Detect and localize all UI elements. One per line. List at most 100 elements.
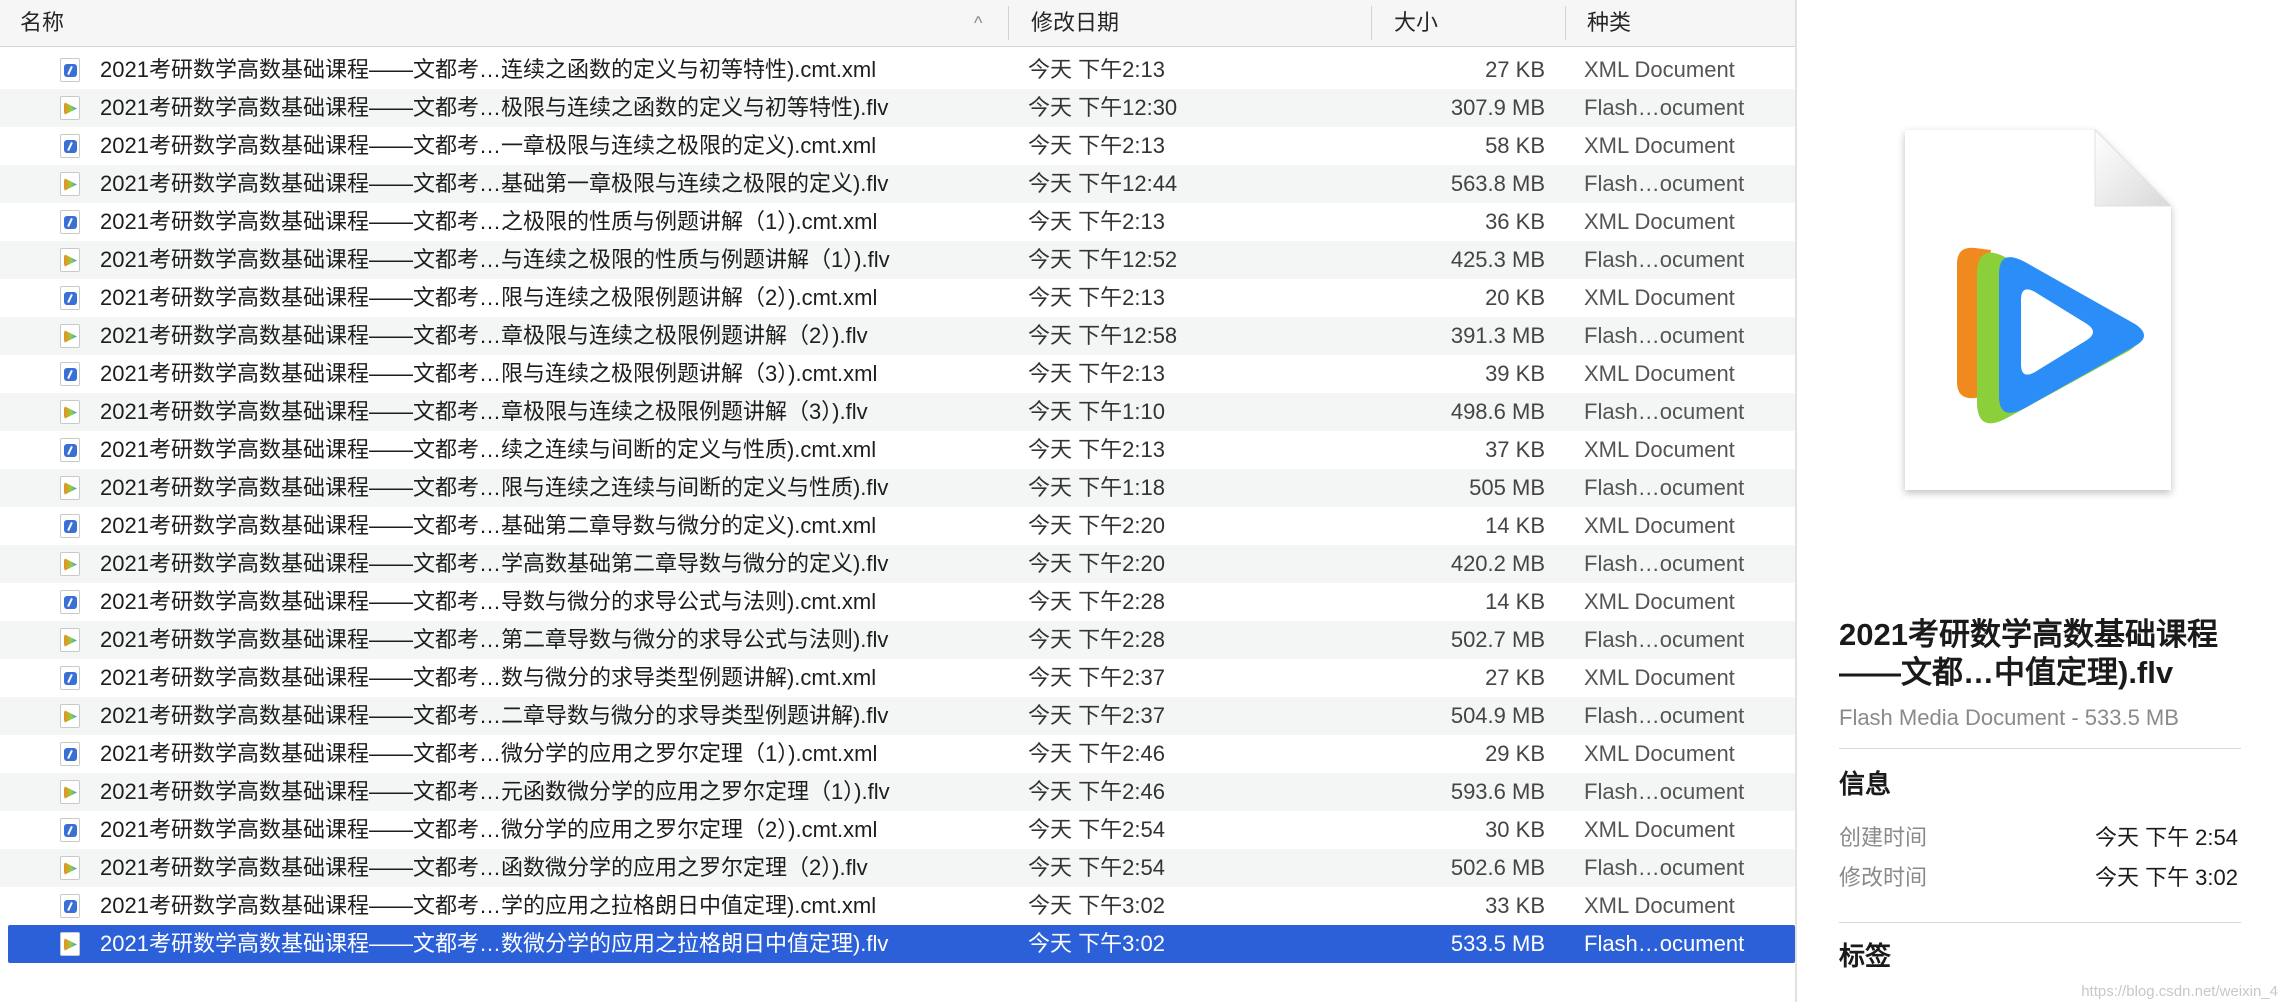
flv-file-icon [60, 400, 84, 424]
file-name: 2021考研数学高数基础课程——文都考…与连续之极限的性质与例题讲解（1）).f… [100, 247, 890, 272]
flv-file-icon [60, 856, 84, 880]
file-row[interactable]: 2021考研数学高数基础课程——文都考…微分学的应用之罗尔定理（1）).cmt.… [0, 735, 1795, 773]
file-name: 2021考研数学高数基础课程——文都考…函数微分学的应用之罗尔定理（2）).fl… [100, 855, 868, 880]
file-name: 2021考研数学高数基础课程——文都考…续之连续与间断的定义与性质).cmt.x… [100, 437, 877, 462]
file-name: 2021考研数学高数基础课程——文都考…微分学的应用之罗尔定理（2）).cmt.… [100, 817, 878, 842]
file-name: 2021考研数学高数基础课程——文都考…连续之函数的定义与初等特性).cmt.x… [100, 57, 877, 82]
file-row[interactable]: 2021考研数学高数基础课程——文都考…学高数基础第二章导数与微分的定义).fl… [0, 545, 1795, 583]
file-size: 420.2 MB [1450, 551, 1545, 576]
column-header-kind[interactable]: 种类 [1587, 0, 1631, 46]
file-kind: XML Document [1584, 817, 1735, 842]
file-kind: XML Document [1584, 589, 1735, 614]
file-row[interactable]: 2021考研数学高数基础课程——文都考…导数与微分的求导公式与法则).cmt.x… [0, 583, 1795, 621]
file-row[interactable]: 2021考研数学高数基础课程——文都考…第二章导数与微分的求导公式与法则).fl… [0, 621, 1795, 659]
created-label: 创建时间 [1839, 825, 1928, 850]
column-divider[interactable] [1371, 6, 1372, 40]
file-row[interactable]: 2021考研数学高数基础课程——文都考…限与连续之极限例题讲解（3）).cmt.… [0, 355, 1795, 393]
xml-file-icon [60, 894, 84, 918]
file-name: 2021考研数学高数基础课程——文都考…导数与微分的求导公式与法则).cmt.x… [100, 589, 877, 614]
preview-file-subtitle: Flash Media Document - 533.5 MB [1839, 705, 2179, 730]
file-name: 2021考研数学高数基础课程——文都考…元函数微分学的应用之罗尔定理（1）).f… [100, 779, 890, 804]
xml-file-icon [60, 666, 84, 690]
file-row[interactable]: 2021考研数学高数基础课程——文都考…一章极限与连续之极限的定义).cmt.x… [0, 127, 1795, 165]
file-date: 今天 下午2:54 [1028, 855, 1165, 880]
file-row[interactable]: 2021考研数学高数基础课程——文都考…章极限与连续之极限例题讲解（2）).fl… [0, 317, 1795, 355]
file-name: 2021考研数学高数基础课程——文都考…数与微分的求导类型例题讲解).cmt.x… [100, 665, 877, 690]
file-size: 29 KB [1485, 741, 1545, 766]
flv-file-icon [60, 172, 84, 196]
xml-file-icon [60, 438, 84, 462]
flv-file-icon [60, 324, 84, 348]
file-name: 2021考研数学高数基础课程——文都考…极限与连续之函数的定义与初等特性).fl… [100, 95, 889, 120]
file-name: 2021考研数学高数基础课程——文都考…二章导数与微分的求导类型例题讲解).fl… [100, 703, 889, 728]
file-name: 2021考研数学高数基础课程——文都考…章极限与连续之极限例题讲解（2）).fl… [100, 323, 868, 348]
file-kind: Flash…ocument [1584, 703, 1745, 728]
file-kind: Flash…ocument [1584, 779, 1745, 804]
flv-file-icon [60, 932, 84, 956]
xml-file-icon [60, 590, 84, 614]
column-header-size[interactable]: 大小 [1394, 0, 1438, 46]
file-size: 563.8 MB [1450, 171, 1545, 196]
file-row[interactable]: 2021考研数学高数基础课程——文都考…与连续之极限的性质与例题讲解（1）).f… [0, 241, 1795, 279]
file-kind: XML Document [1584, 57, 1735, 82]
created-value: 今天 下午 2:54 [2094, 825, 2238, 850]
file-size: 14 KB [1485, 513, 1545, 538]
file-size: 307.9 MB [1450, 95, 1545, 120]
file-date: 今天 下午2:28 [1028, 627, 1165, 652]
file-size: 30 KB [1485, 817, 1545, 842]
file-name: 2021考研数学高数基础课程——文都考…限与连续之极限例题讲解（2）).cmt.… [100, 285, 878, 310]
divider [1839, 922, 2241, 923]
file-size: 37 KB [1485, 437, 1545, 462]
file-size: 58 KB [1485, 133, 1545, 158]
file-date: 今天 下午1:18 [1028, 475, 1165, 500]
file-row[interactable]: 2021考研数学高数基础课程——文都考…限与连续之连续与间断的定义与性质).fl… [0, 469, 1795, 507]
file-row[interactable]: 2021考研数学高数基础课程——文都考…之极限的性质与例题讲解（1）).cmt.… [0, 203, 1795, 241]
file-kind: Flash…ocument [1584, 95, 1745, 120]
column-divider[interactable] [1008, 6, 1009, 40]
file-name: 2021考研数学高数基础课程——文都考…限与连续之极限例题讲解（3）).cmt.… [100, 361, 878, 386]
file-name: 2021考研数学高数基础课程——文都考…学的应用之拉格朗日中值定理).cmt.x… [100, 893, 877, 918]
tags-heading: 标签 [1839, 941, 1892, 971]
file-size: 505 MB [1469, 475, 1545, 500]
file-row[interactable]: 2021考研数学高数基础课程——文都考…基础第一章极限与连续之极限的定义).fl… [0, 165, 1795, 203]
file-date: 今天 下午2:20 [1028, 551, 1165, 576]
file-row[interactable]: 2021考研数学高数基础课程——文都考…函数微分学的应用之罗尔定理（2）).fl… [0, 849, 1795, 887]
file-row[interactable]: 2021考研数学高数基础课程——文都考…续之连续与间断的定义与性质).cmt.x… [0, 431, 1795, 469]
xml-file-icon [60, 58, 84, 82]
file-name: 2021考研数学高数基础课程——文都考…一章极限与连续之极限的定义).cmt.x… [100, 133, 877, 158]
file-row[interactable]: 2021考研数学高数基础课程——文都考…基础第二章导数与微分的定义).cmt.x… [0, 507, 1795, 545]
column-divider[interactable] [1565, 6, 1566, 40]
file-row[interactable]: 2021考研数学高数基础课程——文都考…连续之函数的定义与初等特性).cmt.x… [0, 51, 1795, 89]
file-row-selected[interactable]: 2021考研数学高数基础课程——文都考…数微分学的应用之拉格朗日中值定理).fl… [8, 925, 1795, 963]
file-row[interactable]: 2021考研数学高数基础课程——文都考…元函数微分学的应用之罗尔定理（1）).f… [0, 773, 1795, 811]
file-row[interactable]: 2021考研数学高数基础课程——文都考…数与微分的求导类型例题讲解).cmt.x… [0, 659, 1795, 697]
column-header-name[interactable]: 名称 [20, 0, 64, 46]
column-header-date[interactable]: 修改日期 [1031, 0, 1119, 46]
file-row[interactable]: 2021考研数学高数基础课程——文都考…章极限与连续之极限例题讲解（3）).fl… [0, 393, 1795, 431]
file-date: 今天 下午1:10 [1028, 399, 1165, 424]
file-name: 2021考研数学高数基础课程——文都考…微分学的应用之罗尔定理（1）).cmt.… [100, 741, 878, 766]
file-kind: XML Document [1584, 893, 1735, 918]
file-size: 20 KB [1485, 285, 1545, 310]
file-size: 502.7 MB [1450, 627, 1545, 652]
file-name: 2021考研数学高数基础课程——文都考…第二章导数与微分的求导公式与法则).fl… [100, 627, 889, 652]
xml-file-icon [60, 362, 84, 386]
file-row[interactable]: 2021考研数学高数基础课程——文都考…学的应用之拉格朗日中值定理).cmt.x… [0, 887, 1795, 925]
file-kind: XML Document [1584, 665, 1735, 690]
file-kind: XML Document [1584, 285, 1735, 310]
divider [1839, 748, 2241, 749]
file-size: 33 KB [1485, 893, 1545, 918]
file-row[interactable]: 2021考研数学高数基础课程——文都考…限与连续之极限例题讲解（2）).cmt.… [0, 279, 1795, 317]
file-date: 今天 下午2:37 [1028, 665, 1165, 690]
file-row[interactable]: 2021考研数学高数基础课程——文都考…极限与连续之函数的定义与初等特性).fl… [0, 89, 1795, 127]
file-kind: Flash…ocument [1584, 171, 1745, 196]
file-name: 2021考研数学高数基础课程——文都考…数微分学的应用之拉格朗日中值定理).fl… [100, 931, 889, 956]
flv-file-icon [60, 628, 84, 652]
file-date: 今天 下午12:44 [1028, 171, 1178, 196]
sort-ascending-icon[interactable]: ^ [974, 0, 982, 46]
file-row[interactable]: 2021考研数学高数基础课程——文都考…微分学的应用之罗尔定理（2）).cmt.… [0, 811, 1795, 849]
file-size: 14 KB [1485, 589, 1545, 614]
file-date: 今天 下午2:37 [1028, 703, 1165, 728]
file-row[interactable]: 2021考研数学高数基础课程——文都考…二章导数与微分的求导类型例题讲解).fl… [0, 697, 1795, 735]
watermark-text: https://blog.csdn.net/weixin_4 [2081, 983, 2278, 1000]
